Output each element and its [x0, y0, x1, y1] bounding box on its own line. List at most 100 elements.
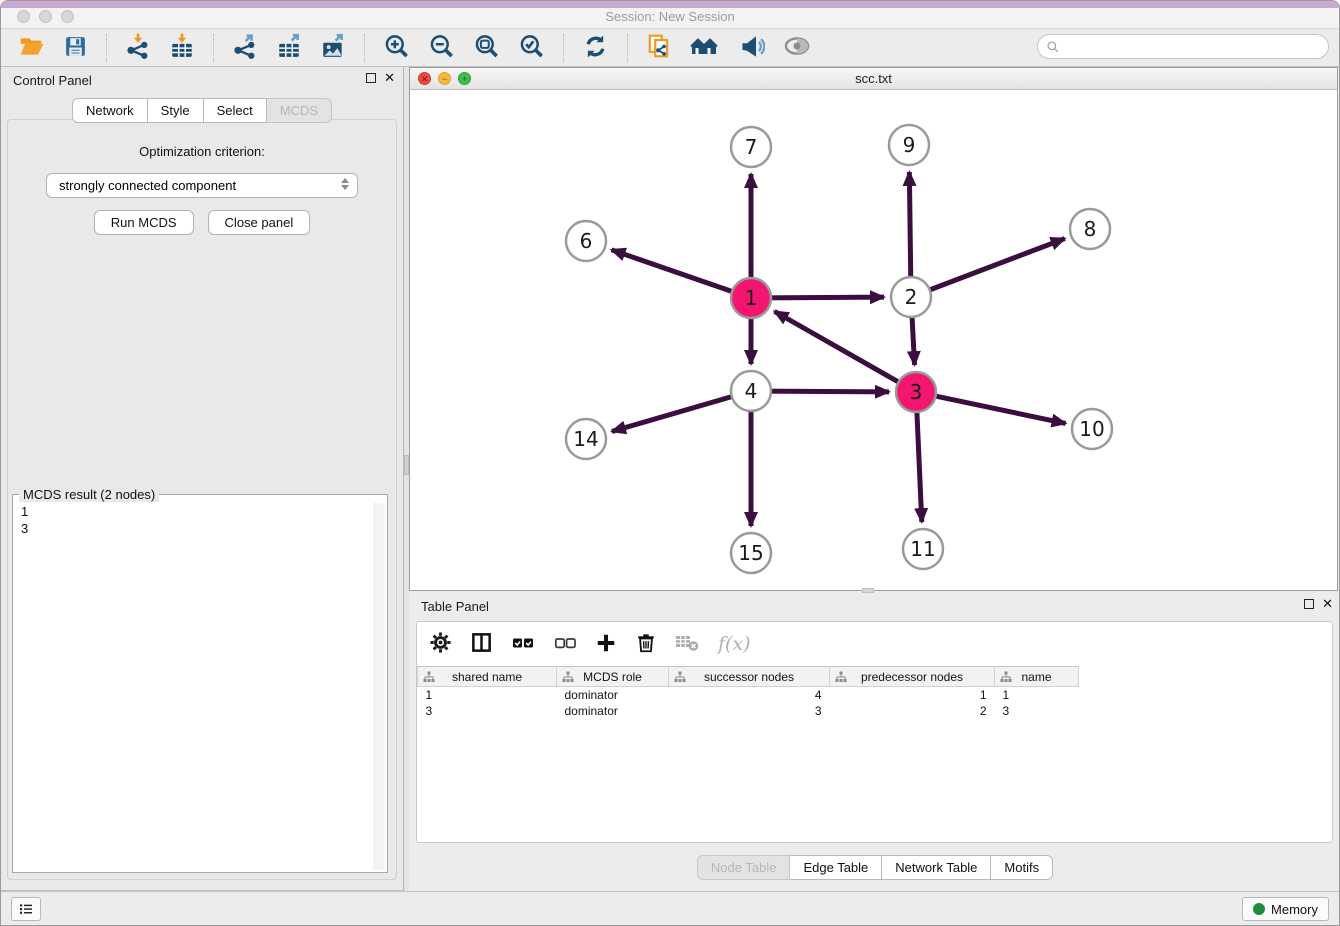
cell-name[interactable]: 3 [995, 703, 1079, 719]
clone-network-button[interactable] [640, 31, 678, 64]
network-canvas[interactable]: 7 9 6 8 1 2 4 3 14 10 15 11 [410, 90, 1337, 590]
toggle-columns-button[interactable] [468, 629, 495, 659]
search-input[interactable] [1060, 38, 1320, 55]
memory-button[interactable]: Memory [1242, 897, 1329, 921]
close-panel-icon[interactable]: ✕ [384, 72, 395, 84]
tab-edge-table[interactable]: Edge Table [790, 855, 882, 880]
mcds-result-groupbox: MCDS result (2 nodes) 13 [12, 494, 388, 873]
graph-node-7[interactable]: 7 [731, 127, 771, 167]
announcements-button[interactable] [732, 31, 771, 65]
table-settings-button[interactable] [427, 629, 454, 659]
neighborhood-button[interactable] [684, 31, 726, 64]
open-session-button[interactable] [12, 31, 51, 64]
cell-MCDS-role[interactable]: dominator [557, 687, 669, 703]
mcds-tab-content: Optimization criterion: strongly connect… [7, 119, 397, 880]
cell-shared-name[interactable]: 3 [418, 703, 557, 719]
import-network-button[interactable] [119, 31, 157, 64]
export-image-icon [320, 33, 346, 62]
graph-node-8[interactable]: 8 [1070, 209, 1110, 249]
graph-node-9[interactable]: 9 [889, 125, 929, 165]
column-header-successor-nodes[interactable]: successor nodes [669, 667, 830, 687]
float-panel-icon[interactable] [366, 73, 376, 83]
import-network-icon [125, 33, 151, 62]
edge-4-to-14[interactable] [612, 394, 740, 431]
table-row[interactable]: 3dominator323 [418, 703, 1333, 719]
cell-MCDS-role[interactable]: dominator [557, 703, 669, 719]
tab-motifs[interactable]: Motifs [991, 855, 1053, 880]
tab-mcds[interactable]: MCDS [267, 98, 332, 123]
graph-node-15[interactable]: 15 [731, 533, 771, 573]
refresh-layout-button[interactable] [576, 31, 615, 65]
column-header-shared-name[interactable]: shared name [418, 667, 557, 687]
node-label-7: 7 [745, 135, 758, 159]
zoom-in-button[interactable] [377, 31, 416, 65]
table-row[interactable]: 1dominator411 [418, 687, 1333, 703]
export-network-button[interactable] [226, 31, 264, 64]
column-header-name[interactable]: name [995, 667, 1079, 687]
edge-3-to-10[interactable] [928, 394, 1066, 423]
cell-predecessor-nodes[interactable]: 1 [830, 687, 995, 703]
zoom-out-button[interactable] [422, 31, 461, 65]
close-table-panel-icon[interactable]: ✕ [1322, 598, 1333, 610]
memory-status-icon [1253, 903, 1265, 915]
node-label-2: 2 [905, 285, 918, 309]
edge-1-to-2[interactable] [763, 297, 884, 298]
import-table-button[interactable] [163, 31, 201, 64]
node-label-15: 15 [738, 541, 763, 565]
tab-select[interactable]: Select [204, 98, 267, 123]
save-session-button[interactable] [57, 32, 94, 64]
result-scrollbar[interactable] [373, 503, 385, 870]
edge-1-to-6[interactable] [612, 250, 740, 294]
graph-node-11[interactable]: 11 [903, 529, 943, 569]
edge-4-to-3[interactable] [763, 391, 889, 392]
toolbar-separator [627, 34, 628, 62]
delete-table-button [673, 630, 702, 658]
column-header-MCDS-role[interactable]: MCDS role [557, 667, 669, 687]
export-table-button[interactable] [270, 31, 308, 64]
zoom-fit-button[interactable] [467, 31, 506, 65]
column-label: shared name [452, 670, 522, 684]
graph-node-6[interactable]: 6 [566, 221, 606, 261]
mcds-result-textarea[interactable]: 13 [15, 503, 385, 870]
graph-node-14[interactable]: 14 [566, 419, 606, 459]
float-table-panel-icon[interactable] [1304, 599, 1314, 609]
cell-successor-nodes[interactable]: 3 [669, 703, 830, 719]
cell-name[interactable]: 1 [995, 687, 1079, 703]
select-all-button[interactable] [509, 629, 537, 660]
cell-shared-name[interactable]: 1 [418, 687, 557, 703]
export-image-button[interactable] [314, 31, 352, 64]
graph-node-2[interactable]: 2 [891, 277, 931, 317]
hide-details-button[interactable] [777, 30, 817, 65]
task-history-button[interactable] [11, 897, 41, 921]
graph-node-3[interactable]: 3 [896, 372, 936, 412]
deselect-all-button[interactable] [551, 629, 579, 660]
add-row-button[interactable] [593, 630, 619, 659]
edge-3-to-1[interactable] [774, 311, 905, 386]
graph-node-1[interactable]: 1 [731, 278, 771, 318]
tab-network-table[interactable]: Network Table [882, 855, 991, 880]
application-window: Session: New Session Control Panel ✕ Net… [0, 0, 1340, 926]
column-header-predecessor-nodes[interactable]: predecessor nodes [830, 667, 995, 687]
close-panel-button[interactable]: Close panel [208, 210, 311, 235]
search-box[interactable] [1037, 34, 1329, 59]
criterion-dropdown[interactable]: strongly connected component [46, 173, 358, 198]
node-table-container: f(x) shared nameMCDS rolesuccessor nodes… [416, 621, 1333, 843]
delete-rows-button[interactable] [633, 630, 659, 659]
delete-rows-icon [635, 632, 657, 657]
cell-successor-nodes[interactable]: 4 [669, 687, 830, 703]
graph-node-4[interactable]: 4 [731, 371, 771, 411]
tab-node-table[interactable]: Node Table [697, 855, 791, 880]
toolbar-separator [563, 34, 564, 62]
edge-3-to-11[interactable] [917, 404, 922, 522]
edge-2-to-9[interactable] [909, 172, 910, 285]
graph-node-10[interactable]: 10 [1072, 409, 1112, 449]
cell-predecessor-nodes[interactable]: 2 [830, 703, 995, 719]
run-mcds-button[interactable]: Run MCDS [94, 210, 194, 235]
network-window-titlebar[interactable]: ✕ − + scc.txt [410, 68, 1337, 90]
edge-2-to-8[interactable] [922, 239, 1065, 293]
tab-network[interactable]: Network [72, 98, 148, 123]
tab-style[interactable]: Style [148, 98, 204, 123]
zoom-selected-button[interactable] [512, 31, 551, 65]
node-label-6: 6 [580, 229, 593, 253]
mcds-result-line: 3 [15, 520, 385, 537]
